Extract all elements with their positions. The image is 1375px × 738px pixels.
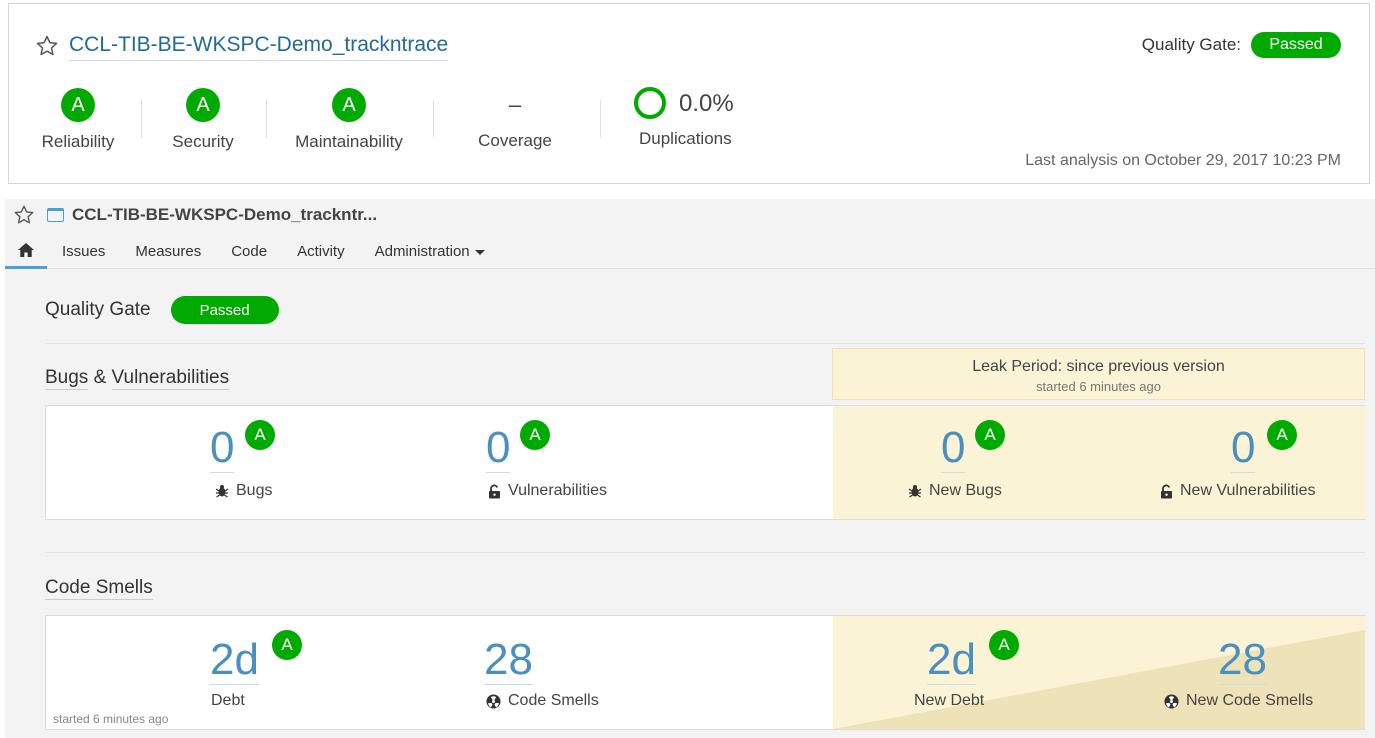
quality-gate-row: Quality Gate Passed — [45, 296, 279, 324]
bugs-count[interactable]: 0 — [210, 426, 235, 473]
nav-tab-administration[interactable]: Administration — [375, 243, 485, 260]
nav-tab-issues[interactable]: Issues — [62, 243, 105, 260]
nav-tab-code[interactable]: Code — [231, 243, 267, 260]
project-summary-card: CCL-TIB-BE-WKSPC-Demo_trackntrace Qualit… — [8, 3, 1370, 184]
quality-gate-status-badge[interactable]: Passed — [1251, 32, 1341, 58]
started-note: started 6 minutes ago — [53, 712, 169, 726]
maintainability-rating-badge: A — [332, 88, 366, 122]
project-title-link[interactable]: CCL-TIB-BE-WKSPC-Demo_trackntrace — [69, 33, 449, 61]
new-bugs-label: New Bugs — [908, 482, 1002, 500]
breadcrumb: CCL-TIB-BE-WKSPC-Demo_trackntr... — [13, 204, 377, 226]
quality-gate-heading: Quality Gate — [45, 299, 151, 320]
unlocked-lock-icon — [1160, 484, 1173, 499]
security-metric[interactable]: A Security — [167, 88, 239, 152]
title-ampersand: & — [88, 367, 112, 388]
bugs-rating-badge[interactable]: A — [245, 420, 275, 450]
code-smells-title: Code Smells — [45, 577, 153, 600]
metric-divider — [433, 100, 434, 138]
nav-tab-activity[interactable]: Activity — [297, 243, 345, 260]
nav-home-tab[interactable] — [5, 235, 47, 269]
radiation-icon — [486, 693, 501, 709]
new-code-smells-label-text: New Code Smells — [1186, 692, 1314, 709]
bug-icon — [215, 484, 229, 498]
coverage-value: – — [508, 92, 522, 117]
duplications-value[interactable]: 0.0% — [679, 90, 734, 118]
maintainability-metric[interactable]: A Maintainability — [291, 88, 407, 152]
section-divider — [45, 343, 1365, 344]
duplications-donut-icon — [634, 87, 666, 119]
new-vulnerabilities-count[interactable]: 0 — [1231, 426, 1256, 473]
metric-divider — [141, 100, 142, 138]
nav-tab-measures[interactable]: Measures — [135, 243, 201, 260]
section-divider — [45, 552, 1365, 553]
new-code-smells-count[interactable]: 28 — [1218, 638, 1267, 685]
coverage-label: Coverage — [478, 131, 552, 150]
vulnerabilities-title-link[interactable]: Vulnerabilities — [111, 367, 230, 390]
vulnerabilities-rating-badge[interactable]: A — [520, 420, 550, 450]
code-smells-count[interactable]: 28 — [484, 638, 533, 685]
favorite-star-icon[interactable] — [13, 204, 35, 226]
vulnerabilities-label: Vulnerabilities — [488, 482, 607, 500]
project-icon — [47, 208, 64, 222]
reliability-metric[interactable]: A Reliability — [39, 88, 117, 152]
security-rating-badge: A — [186, 88, 220, 122]
bugs-vulnerabilities-panel: 0 A Bugs 0 A Vulnerabilities 0 A New Bug… — [45, 405, 1365, 520]
code-smells-label-text: Code Smells — [508, 692, 599, 709]
quality-gate-summary: Quality Gate: Passed — [1142, 32, 1341, 58]
quality-gate-label: Quality Gate: — [1141, 35, 1241, 54]
duplications-label: Duplications — [639, 129, 732, 148]
bugs-label: Bugs — [215, 482, 272, 500]
new-code-smells-label: New Code Smells — [1164, 692, 1313, 710]
leak-period-started: started 6 minutes ago — [1035, 379, 1162, 394]
maintainability-label: Maintainability — [295, 132, 403, 151]
coverage-metric[interactable]: – Coverage — [475, 88, 555, 151]
leak-period-diagonal — [833, 630, 1365, 729]
new-vulnerabilities-rating-badge[interactable]: A — [1267, 420, 1297, 450]
new-debt-value[interactable]: 2d — [927, 638, 976, 685]
new-debt-rating-badge[interactable]: A — [989, 630, 1019, 660]
code-smells-panel: 2d A Debt started 6 minutes ago 28 Code … — [45, 615, 1365, 730]
chevron-down-icon — [474, 249, 485, 255]
last-analysis-date: Last analysis on October 29, 2017 10:23 … — [1025, 152, 1341, 169]
quality-gate-status-badge[interactable]: Passed — [170, 296, 279, 324]
bugs-vulnerabilities-title: Bugs & Vulnerabilities — [45, 367, 230, 390]
security-label: Security — [172, 132, 234, 151]
new-bugs-rating-badge[interactable]: A — [975, 420, 1005, 450]
new-bugs-label-text: New Bugs — [929, 482, 1002, 499]
project-overview-page: CCL-TIB-BE-WKSPC-Demo_trackntr... Issues… — [5, 199, 1375, 738]
new-bugs-count[interactable]: 0 — [941, 426, 966, 473]
bugs-label-text: Bugs — [236, 482, 273, 499]
new-debt-label: New Debt — [914, 692, 985, 709]
favorite-star-icon[interactable] — [35, 34, 59, 58]
bug-icon — [908, 484, 922, 498]
administration-label: Administration — [374, 243, 470, 260]
new-vulnerabilities-label: New Vulnerabilities — [1160, 482, 1315, 500]
project-name[interactable]: CCL-TIB-BE-WKSPC-Demo_trackntr... — [72, 205, 377, 225]
leak-period-title: Leak Period: since previous version — [972, 358, 1225, 375]
metric-divider — [266, 100, 267, 138]
metric-divider — [600, 100, 601, 138]
leak-period-header: Leak Period: since previous version star… — [832, 348, 1365, 400]
debt-label: Debt — [211, 692, 245, 709]
project-navigation: Issues Measures Code Activity Administra… — [5, 235, 1375, 269]
debt-rating-badge[interactable]: A — [272, 630, 302, 660]
reliability-label: Reliability — [41, 132, 115, 151]
debt-value[interactable]: 2d — [210, 638, 259, 685]
reliability-rating-badge: A — [61, 88, 95, 122]
leak-period-zone — [833, 616, 1365, 729]
home-icon — [18, 243, 34, 257]
code-smells-title-link[interactable]: Code Smells — [45, 577, 153, 600]
unlocked-lock-icon — [488, 484, 501, 499]
vulnerabilities-count[interactable]: 0 — [486, 426, 511, 473]
new-vulnerabilities-label-text: New Vulnerabilities — [1180, 482, 1316, 499]
code-smells-label: Code Smells — [486, 692, 599, 710]
vulnerabilities-label-text: Vulnerabilities — [508, 482, 608, 499]
radiation-icon — [1164, 693, 1179, 709]
bugs-title-link[interactable]: Bugs — [45, 367, 89, 390]
